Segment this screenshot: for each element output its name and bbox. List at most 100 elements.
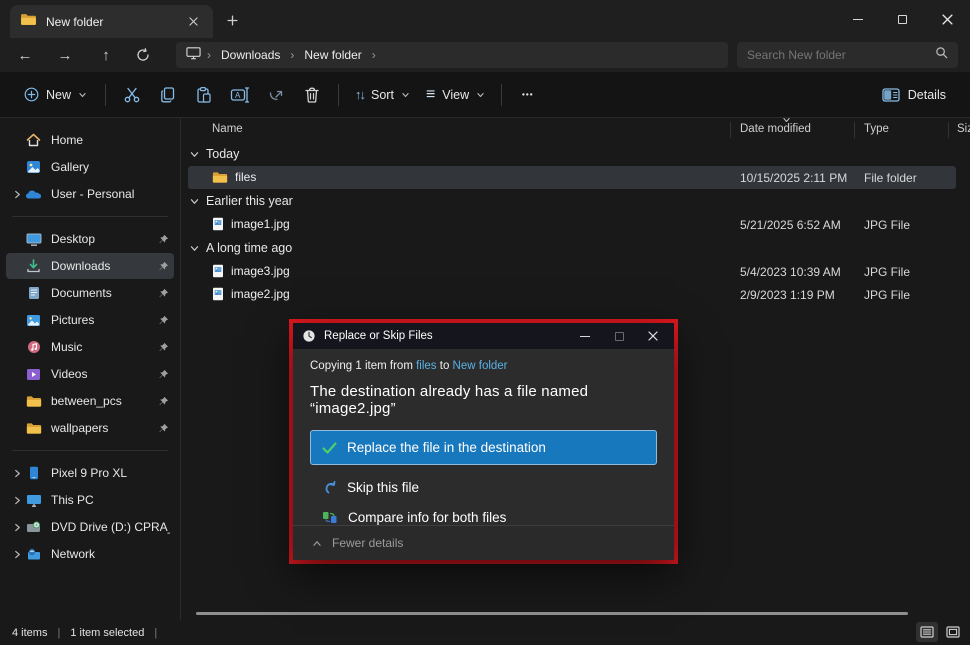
group-label: Earlier this year bbox=[206, 194, 293, 208]
sidebar-item-music[interactable]: Music bbox=[6, 334, 174, 360]
tab-close-icon[interactable] bbox=[183, 12, 203, 32]
paste-button[interactable] bbox=[186, 79, 222, 111]
horizontal-scrollbar[interactable] bbox=[196, 612, 908, 615]
more-options-button[interactable]: ●●● bbox=[510, 79, 544, 111]
copy-button[interactable] bbox=[150, 79, 186, 111]
skip-file-option[interactable]: Skip this file bbox=[310, 480, 657, 495]
sidebar-item-gallery[interactable]: Gallery bbox=[6, 154, 174, 180]
sidebar-item-dvd-drive[interactable]: DVD Drive (D:) CPRA_X64FRE_ bbox=[6, 514, 174, 540]
sidebar-item-label: Downloads bbox=[51, 259, 156, 273]
expand-chevron-icon[interactable] bbox=[10, 190, 25, 199]
sidebar-item-pixel-phone[interactable]: Pixel 9 Pro XL bbox=[6, 460, 174, 486]
copy-icon bbox=[159, 86, 177, 104]
dialog-close-button[interactable] bbox=[636, 324, 670, 348]
ellipsis-icon: ●●● bbox=[521, 91, 533, 97]
details-view-toggle[interactable] bbox=[916, 622, 938, 642]
search-input[interactable] bbox=[747, 48, 935, 62]
details-pane-button[interactable]: Details bbox=[872, 79, 956, 111]
back-button[interactable]: ← bbox=[12, 43, 38, 67]
file-row-image3[interactable]: image3.jpg 5/4/2023 10:39 AM JPG File bbox=[182, 260, 970, 283]
sidebar-item-documents[interactable]: Documents bbox=[6, 280, 174, 306]
breadcrumb-chevron-icon: › bbox=[201, 48, 217, 62]
replace-file-option[interactable]: Replace the file in the destination bbox=[310, 430, 657, 465]
close-icon bbox=[942, 14, 953, 25]
selected-count: 1 item selected bbox=[70, 627, 144, 639]
new-button[interactable]: New bbox=[14, 79, 97, 111]
search-box[interactable] bbox=[737, 42, 958, 68]
file-row-files[interactable]: files 10/15/2025 2:11 PM File folder bbox=[182, 166, 970, 189]
chevron-down-icon bbox=[190, 245, 199, 252]
folder-icon bbox=[25, 393, 42, 409]
close-button[interactable] bbox=[925, 0, 970, 38]
pictures-icon bbox=[25, 312, 42, 328]
chevron-down-icon bbox=[401, 92, 410, 98]
share-button[interactable] bbox=[258, 79, 294, 111]
column-header-name[interactable]: Name bbox=[212, 123, 243, 135]
details-view-icon bbox=[920, 626, 934, 638]
expand-chevron-icon[interactable] bbox=[10, 469, 25, 478]
onedrive-cloud-icon bbox=[25, 186, 42, 202]
new-tab-button[interactable] bbox=[220, 9, 244, 31]
refresh-button[interactable] bbox=[130, 43, 156, 67]
file-date: 2/9/2023 1:19 PM bbox=[740, 288, 835, 302]
up-button[interactable]: ↑ bbox=[93, 43, 119, 67]
dialog-minimize-button[interactable] bbox=[568, 324, 602, 348]
downloads-icon bbox=[25, 258, 42, 274]
sidebar-item-desktop[interactable]: Desktop bbox=[6, 226, 174, 252]
dialog-title: Replace or Skip Files bbox=[324, 330, 568, 342]
cut-button[interactable] bbox=[114, 79, 150, 111]
destination-folder-link[interactable]: New folder bbox=[453, 360, 508, 372]
home-icon bbox=[25, 132, 42, 148]
sidebar-item-user-personal[interactable]: User - Personal bbox=[6, 181, 174, 207]
column-header-size[interactable]: Size bbox=[957, 123, 970, 135]
window-controls bbox=[835, 0, 970, 38]
dialog-maximize-button[interactable] bbox=[602, 324, 636, 348]
breadcrumb-new-folder[interactable]: New folder bbox=[300, 48, 365, 62]
toolbar-divider bbox=[338, 84, 339, 106]
group-header-a-long-time-ago[interactable]: A long time ago bbox=[182, 236, 970, 260]
sidebar-item-home[interactable]: Home bbox=[6, 127, 174, 153]
view-button[interactable]: ≡ View bbox=[418, 79, 493, 111]
file-row-image2[interactable]: image2.jpg 2/9/2023 1:19 PM JPG File bbox=[182, 283, 970, 306]
file-row-image1[interactable]: image1.jpg 5/21/2025 6:52 AM JPG File bbox=[182, 213, 970, 236]
expand-chevron-icon[interactable] bbox=[10, 550, 25, 559]
fewer-details-label: Fewer details bbox=[332, 536, 403, 550]
view-icon: ≡ bbox=[426, 86, 435, 104]
sort-button[interactable]: ↑↓ Sort bbox=[347, 79, 418, 111]
column-header-type[interactable]: Type bbox=[864, 123, 889, 135]
back-icon: ← bbox=[18, 47, 33, 64]
sidebar-item-label: Documents bbox=[51, 286, 156, 300]
replace-option-label: Replace the file in the destination bbox=[347, 440, 546, 455]
expand-chevron-icon[interactable] bbox=[10, 523, 25, 532]
sidebar-item-pictures[interactable]: Pictures bbox=[6, 307, 174, 333]
source-folder-link[interactable]: files bbox=[416, 360, 436, 372]
sidebar-item-downloads[interactable]: Downloads bbox=[6, 253, 174, 279]
sidebar-item-between-pcs[interactable]: between_pcs bbox=[6, 388, 174, 414]
sidebar-item-this-pc[interactable]: This PC bbox=[6, 487, 174, 513]
delete-button[interactable] bbox=[294, 79, 330, 111]
sidebar-item-network[interactable]: Network bbox=[6, 541, 174, 567]
check-icon bbox=[322, 442, 337, 454]
group-header-today[interactable]: Today bbox=[182, 142, 970, 166]
sidebar-divider bbox=[12, 216, 168, 217]
titlebar: New folder bbox=[0, 0, 970, 38]
folder-icon bbox=[25, 420, 42, 436]
fewer-details-toggle[interactable]: Fewer details bbox=[293, 525, 674, 560]
icons-view-toggle[interactable] bbox=[942, 622, 964, 642]
forward-button[interactable]: → bbox=[52, 43, 78, 67]
minimize-button[interactable] bbox=[835, 0, 880, 38]
group-header-earlier-this-year[interactable]: Earlier this year bbox=[182, 189, 970, 213]
breadcrumb-downloads[interactable]: Downloads bbox=[217, 48, 284, 62]
skip-option-label: Skip this file bbox=[347, 480, 419, 495]
dvd-drive-icon bbox=[25, 519, 42, 535]
explorer-tab[interactable]: New folder bbox=[10, 5, 213, 38]
pin-icon bbox=[156, 315, 170, 326]
compare-files-option[interactable]: Compare info for both files bbox=[310, 510, 657, 525]
sidebar-item-videos[interactable]: Videos bbox=[6, 361, 174, 387]
sidebar-item-wallpapers[interactable]: wallpapers bbox=[6, 415, 174, 441]
expand-chevron-icon[interactable] bbox=[10, 496, 25, 505]
column-header-date[interactable]: Date modified bbox=[740, 123, 811, 135]
maximize-button[interactable] bbox=[880, 0, 925, 38]
rename-button[interactable]: A bbox=[222, 79, 258, 111]
address-bar[interactable]: › Downloads › New folder › bbox=[176, 42, 728, 68]
